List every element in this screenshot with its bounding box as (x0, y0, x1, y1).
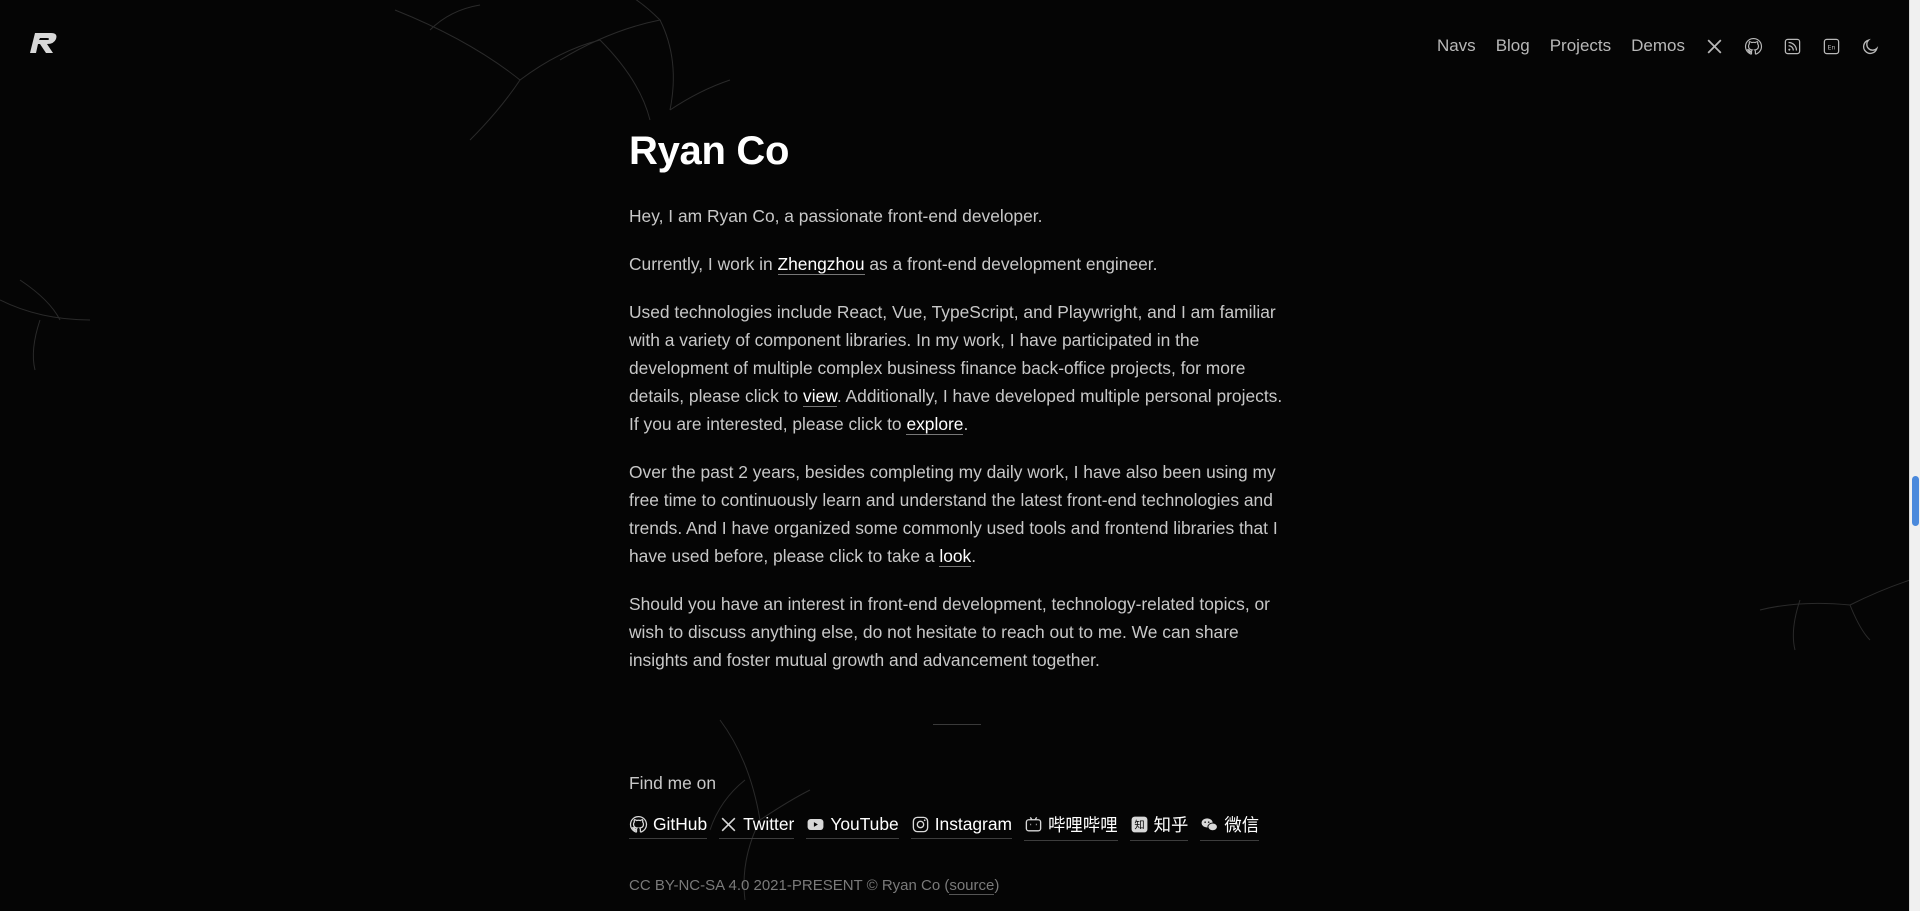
wechat-icon (1201, 818, 1219, 832)
moon-icon[interactable] (1860, 36, 1880, 56)
social-label: 哔哩哔哩 (1048, 815, 1118, 835)
github-icon[interactable] (1743, 36, 1763, 56)
social-label: YouTube (830, 814, 899, 834)
find-me-label: Find me on (629, 773, 716, 793)
social-label: 知乎 (1153, 815, 1189, 835)
zhengzhou-link[interactable]: Zhengzhou (777, 254, 865, 275)
social-twitter-link[interactable]: Twitter (719, 814, 795, 839)
social-links: GitHub Twitter YouTube Instagram 哔哩哔哩 知 … (629, 812, 1284, 841)
source-link[interactable]: source (949, 877, 995, 895)
footer-license: CC BY-NC-SA 4.0 2021-PRESENT © Ryan Co (… (629, 877, 1000, 895)
social-bilibili-link[interactable]: 哔哩哔哩 (1024, 812, 1118, 841)
social-wechat-link[interactable]: 微信 (1200, 812, 1260, 841)
social-instagram-link[interactable]: Instagram (910, 814, 1013, 839)
social-label: GitHub (653, 814, 708, 834)
social-zhihu-link[interactable]: 知 知乎 (1129, 812, 1189, 841)
page-title: Ryan Co (629, 129, 790, 173)
nav-link-projects[interactable]: Projects (1550, 36, 1611, 56)
github-icon (629, 815, 648, 833)
language-icon[interactable]: En (1821, 36, 1841, 56)
site-logo[interactable] (28, 30, 60, 56)
nav-link-blog[interactable]: Blog (1496, 36, 1530, 56)
svg-text:知: 知 (1134, 818, 1144, 831)
top-nav: Navs Blog Projects Demos En (1417, 30, 1880, 62)
svg-text:En: En (1827, 44, 1835, 51)
nav-link-demos[interactable]: Demos (1631, 36, 1685, 56)
bilibili-icon (1025, 817, 1042, 832)
section-divider (932, 724, 981, 725)
scrollbar-thumb[interactable] (1912, 476, 1919, 526)
x-twitter-icon (721, 817, 736, 832)
x-twitter-icon[interactable] (1704, 36, 1724, 56)
explore-link[interactable]: explore (906, 414, 964, 435)
contact-paragraph: Should you have an interest in front-end… (629, 594, 1270, 670)
logo-icon (30, 33, 57, 53)
social-github-link[interactable]: GitHub (629, 814, 708, 839)
main-content: Ryan Co Hey, I am Ryan Co, a passionate … (629, 122, 1284, 895)
intro-paragraph: Hey, I am Ryan Co, a passionate front-en… (629, 206, 1043, 226)
social-label: Twitter (743, 814, 795, 834)
instagram-icon (912, 816, 928, 833)
location-paragraph: Currently, I work in Zhengzhou as a fron… (629, 254, 1158, 275)
rss-icon[interactable] (1782, 36, 1802, 56)
social-label: 微信 (1224, 815, 1260, 835)
technologies-paragraph: Used technologies include React, Vue, Ty… (629, 302, 1283, 435)
zhihu-icon: 知 (1131, 816, 1148, 833)
nav-link-navs[interactable]: Navs (1437, 36, 1476, 56)
youtube-icon (807, 818, 824, 831)
view-link[interactable]: view (803, 386, 837, 407)
social-label: Instagram (934, 814, 1013, 834)
page-scrollbar[interactable] (1909, 0, 1920, 911)
social-youtube-link[interactable]: YouTube (806, 814, 899, 839)
look-link[interactable]: look (939, 546, 972, 567)
learning-paragraph: Over the past 2 years, besides completin… (629, 462, 1278, 567)
